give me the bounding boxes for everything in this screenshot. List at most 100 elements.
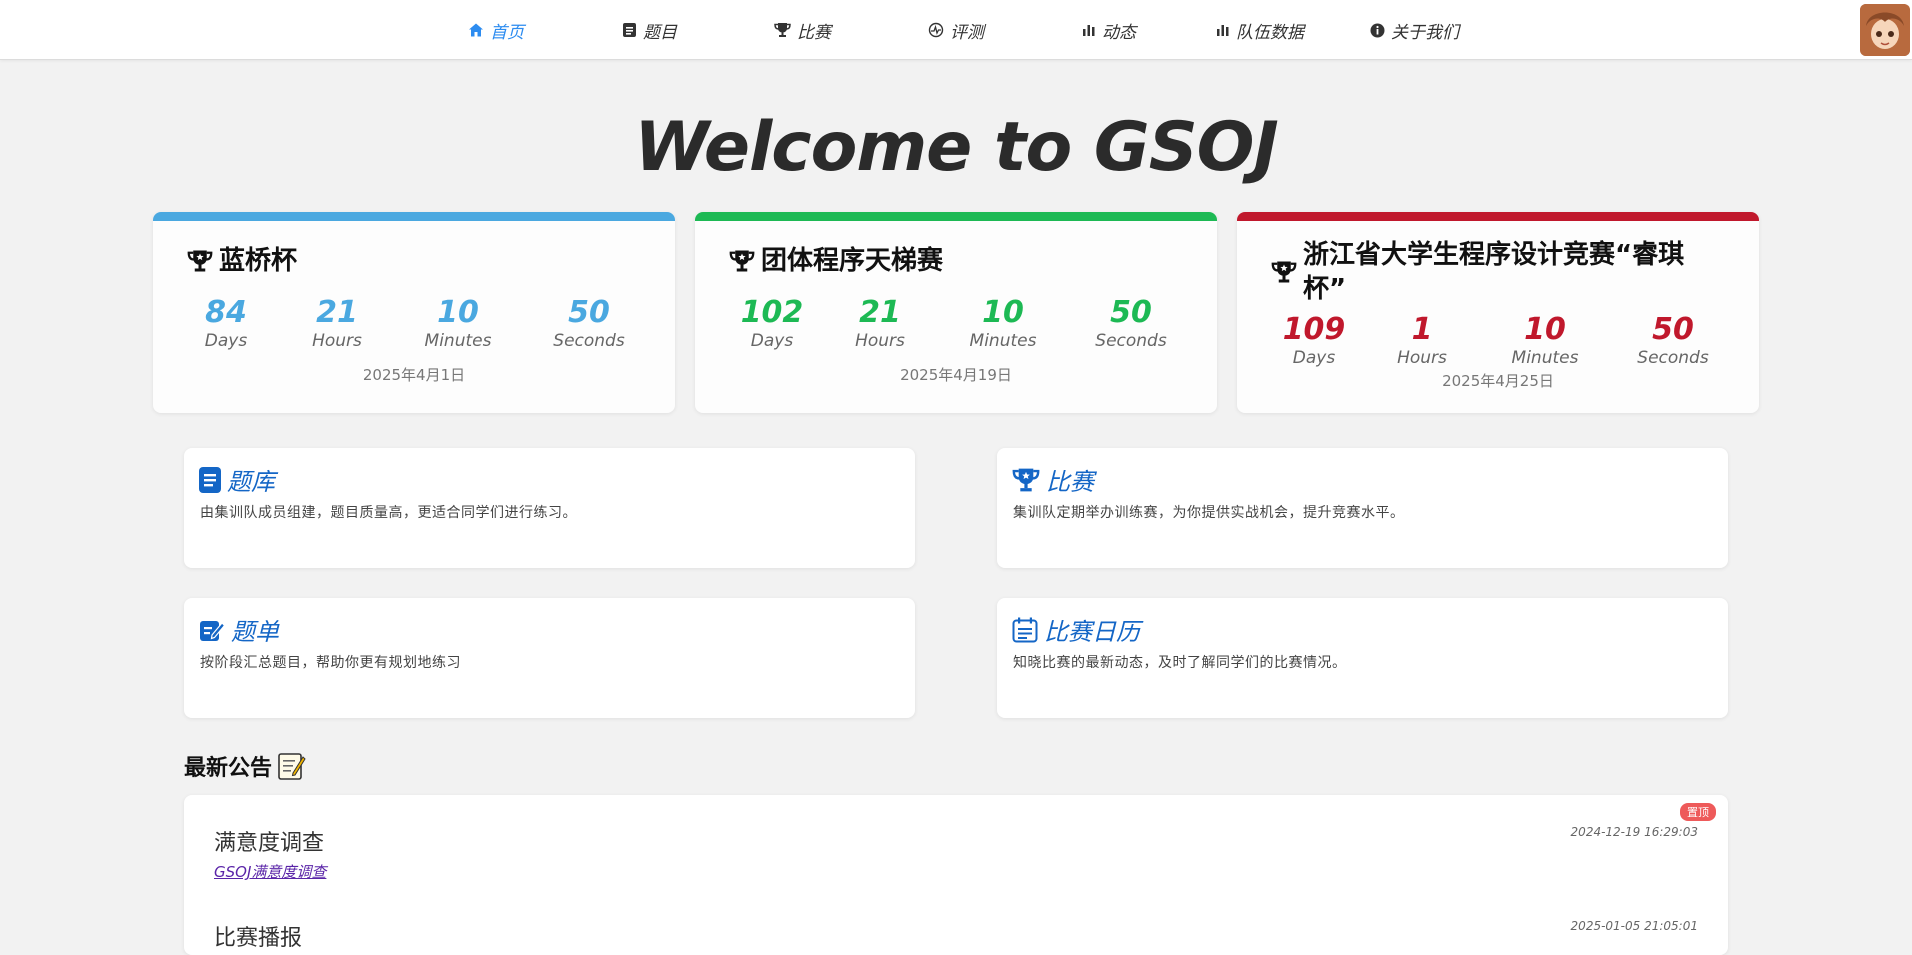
calendar-icon bbox=[1012, 617, 1038, 642]
home-icon bbox=[469, 23, 483, 37]
nav-item-label: 评测 bbox=[950, 22, 984, 43]
countdown-date: 2025年4月1日 bbox=[362, 366, 466, 384]
days-label: Days bbox=[750, 331, 794, 351]
countdown-days: 109 Days bbox=[1259, 313, 1369, 369]
countdown-minutes: 10 Minutes bbox=[1490, 313, 1600, 369]
nav-item-activity[interactable]: 动态 bbox=[1082, 0, 1136, 60]
countdown-units: 84 Days 21 Hours 10 Minutes 50 Seconds bbox=[153, 296, 675, 356]
feature-title: 比赛 bbox=[1012, 462, 1094, 497]
nav-item-problems[interactable]: 题目 bbox=[622, 0, 677, 60]
countdown-days: 84 Days bbox=[171, 296, 281, 352]
document-icon bbox=[623, 23, 636, 37]
countdown-title-text: 浙江省大学生程序设计竞赛“睿琪杯” bbox=[1303, 240, 1685, 304]
nav-item-label: 动态 bbox=[1102, 22, 1136, 43]
judge-icon bbox=[928, 22, 944, 38]
minutes-label: Minutes bbox=[969, 331, 1037, 351]
hours-label: Hours bbox=[855, 331, 905, 351]
countdown-title-text: 蓝桥杯 bbox=[219, 246, 298, 276]
seconds-label: Seconds bbox=[1095, 331, 1167, 351]
trophy-icon bbox=[187, 250, 213, 272]
minutes-value: 10 bbox=[982, 295, 1024, 330]
countdown-card-zhejiang[interactable]: 浙江省大学生程序设计竞赛“睿琪杯” 109 Days 1 Hours 10 Mi… bbox=[1237, 212, 1759, 413]
nav-item-contests[interactable]: 比赛 bbox=[774, 0, 831, 60]
seconds-label: Seconds bbox=[553, 331, 625, 351]
feature-title: 题库 bbox=[199, 462, 275, 497]
countdown-seconds: 50 Seconds bbox=[1618, 313, 1728, 369]
card-color-bar bbox=[153, 212, 675, 221]
countdown-days: 102 Days bbox=[717, 296, 827, 352]
countdown-units: 109 Days 1 Hours 10 Minutes 50 Seconds bbox=[1237, 313, 1759, 373]
nav-item-label: 题目 bbox=[643, 22, 677, 43]
announcement-title[interactable]: 满意度调查 bbox=[214, 825, 324, 857]
minutes-label: Minutes bbox=[1511, 348, 1579, 368]
avatar-image bbox=[1860, 4, 1910, 56]
nav-item-label: 队伍数据 bbox=[1236, 22, 1304, 43]
seconds-value: 50 bbox=[1652, 312, 1694, 347]
announcements-heading-text: 最新公告 bbox=[184, 756, 273, 781]
trophy-icon bbox=[774, 23, 791, 37]
feature-description: 由集训队成员组建，题目质量高，更适合同学们进行练习。 bbox=[200, 505, 577, 521]
countdown-title-text: 团体程序天梯赛 bbox=[761, 246, 944, 276]
hours-label: Hours bbox=[312, 331, 362, 351]
countdown-minutes: 10 Minutes bbox=[948, 296, 1058, 352]
feature-title-text: 题单 bbox=[231, 618, 279, 646]
feature-card-problem-lists[interactable]: 题单 按阶段汇总题目，帮助你更有规划地练习 bbox=[184, 598, 915, 718]
feature-card-contest-calendar[interactable]: 比赛日历 知晓比赛的最新动态，及时了解同学们的比赛情况。 bbox=[997, 598, 1728, 718]
countdown-card-ladder[interactable]: 团体程序天梯赛 102 Days 21 Hours 10 Minutes 50 … bbox=[695, 212, 1217, 413]
hero-title: Welcome to GSOJ bbox=[634, 108, 1279, 187]
countdown-hours: 21 Hours bbox=[282, 296, 392, 352]
nav-item-home[interactable]: 首页 bbox=[468, 0, 524, 60]
announcement-link[interactable]: GSOJ满意度调查 bbox=[214, 861, 326, 882]
memo-icon bbox=[278, 753, 306, 780]
nav-item-label: 关于我们 bbox=[1391, 22, 1459, 43]
countdown-date: 2025年4月19日 bbox=[900, 366, 1012, 384]
card-color-bar bbox=[695, 212, 1217, 221]
feature-title-text: 题库 bbox=[227, 468, 275, 496]
hours-value: 21 bbox=[316, 295, 358, 330]
feature-description: 按阶段汇总题目，帮助你更有规划地练习 bbox=[200, 655, 461, 671]
card-color-bar bbox=[1237, 212, 1759, 221]
minutes-value: 10 bbox=[437, 295, 479, 330]
feature-title: 题单 bbox=[199, 612, 279, 647]
nav-item-judge[interactable]: 评测 bbox=[928, 0, 984, 60]
days-value: 84 bbox=[205, 295, 247, 330]
countdown-seconds: 50 Seconds bbox=[534, 296, 644, 352]
days-label: Days bbox=[204, 331, 248, 351]
announcements-heading: 最新公告 bbox=[184, 750, 306, 782]
hours-value: 1 bbox=[1411, 312, 1433, 347]
hours-value: 21 bbox=[859, 295, 901, 330]
days-value: 109 bbox=[1282, 312, 1346, 347]
document-icon bbox=[199, 466, 221, 493]
announcement-title[interactable]: 比赛播报 bbox=[214, 920, 302, 952]
nav-item-team-data[interactable]: 队伍数据 bbox=[1216, 0, 1304, 60]
days-value: 102 bbox=[740, 295, 804, 330]
nav-item-label: 比赛 bbox=[797, 22, 831, 43]
countdown-title: 浙江省大学生程序设计竞赛“睿琪杯” bbox=[1271, 238, 1719, 306]
trophy-icon bbox=[729, 250, 755, 272]
countdown-title: 团体程序天梯赛 bbox=[729, 244, 1177, 278]
edit-icon bbox=[200, 620, 225, 641]
hours-label: Hours bbox=[1397, 348, 1447, 368]
minutes-label: Minutes bbox=[424, 331, 492, 351]
feature-card-problem-bank[interactable]: 题库 由集训队成员组建，题目质量高，更适合同学们进行练习。 bbox=[184, 448, 915, 568]
announcements-panel: 置顶 满意度调查 GSOJ满意度调查 2024-12-19 16:29:03 比… bbox=[184, 795, 1728, 955]
announcement-time: 2025-01-05 21:05:01 bbox=[1570, 919, 1698, 933]
feature-title: 比赛日历 bbox=[1012, 612, 1140, 647]
pinned-badge: 置顶 bbox=[1680, 803, 1716, 821]
announcement-time: 2024-12-19 16:29:03 bbox=[1570, 825, 1698, 839]
user-avatar[interactable] bbox=[1860, 4, 1910, 56]
feature-title-text: 比赛 bbox=[1046, 468, 1094, 496]
countdown-title: 蓝桥杯 bbox=[187, 244, 635, 278]
seconds-value: 50 bbox=[568, 295, 610, 330]
feature-card-contests[interactable]: 比赛 集训队定期举办训练赛，为你提供实战机会，提升竞赛水平。 bbox=[997, 448, 1728, 568]
top-navigation: 首页 题目 比赛 评测 动态 队伍数据 关于我们 bbox=[0, 0, 1912, 60]
countdown-hours: 1 Hours bbox=[1367, 313, 1477, 369]
countdown-card-lanqiao[interactable]: 蓝桥杯 84 Days 21 Hours 10 Minutes 50 Secon… bbox=[153, 212, 675, 413]
feature-description: 知晓比赛的最新动态，及时了解同学们的比赛情况。 bbox=[1013, 655, 1347, 671]
trophy-icon bbox=[1012, 468, 1040, 491]
nav-item-label: 首页 bbox=[490, 22, 524, 43]
days-label: Days bbox=[1292, 348, 1336, 368]
seconds-label: Seconds bbox=[1637, 348, 1709, 368]
nav-item-about[interactable]: 关于我们 bbox=[1370, 0, 1459, 60]
feature-description: 集训队定期举办训练赛，为你提供实战机会，提升竞赛水平。 bbox=[1013, 505, 1405, 521]
